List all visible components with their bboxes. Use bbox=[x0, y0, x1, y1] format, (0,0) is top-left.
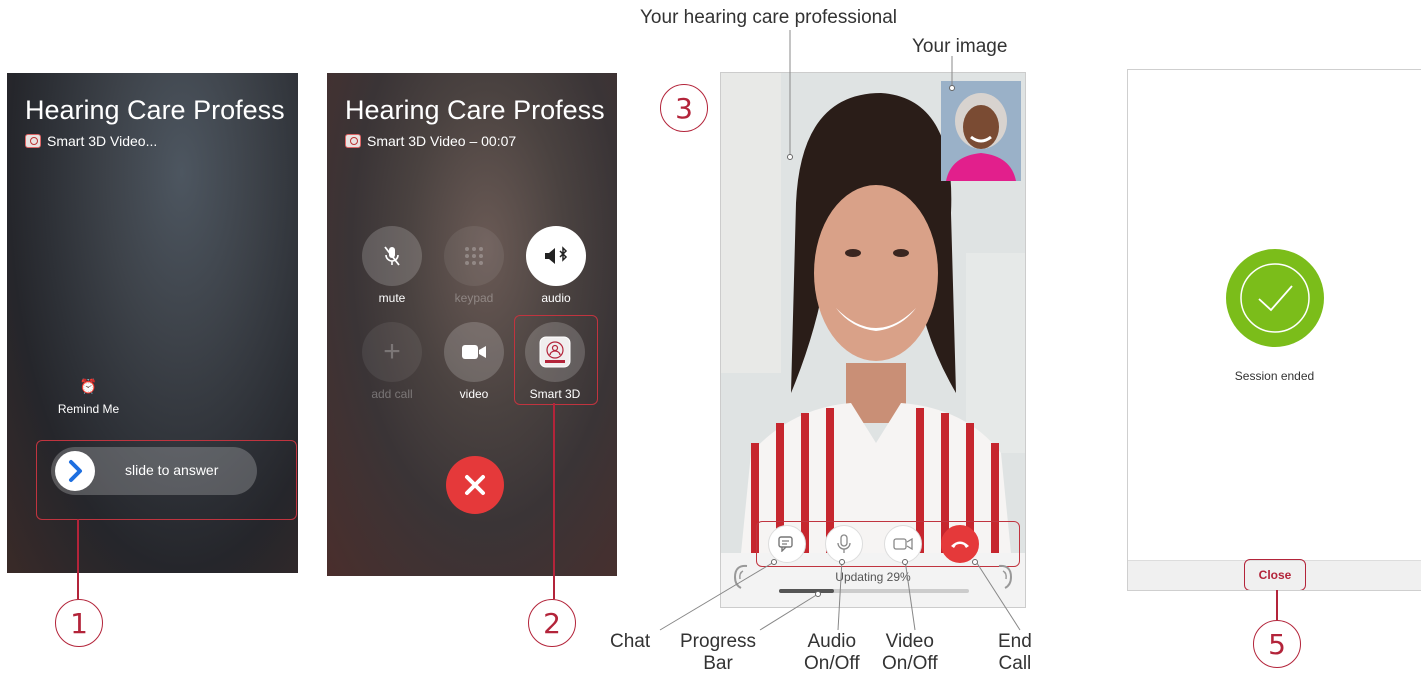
audio-button[interactable] bbox=[526, 226, 586, 286]
legend-end-call: End Call bbox=[998, 631, 1032, 674]
progress-bar-fill bbox=[779, 589, 835, 593]
session-ended-screen: Session ended Close bbox=[1127, 69, 1421, 591]
active-call-screen: Hearing Care Profess Smart 3D Video – 00… bbox=[327, 73, 617, 576]
mic-off-icon bbox=[384, 246, 400, 266]
incoming-call-screen: Hearing Care Profess Smart 3D Video... ⏰… bbox=[7, 73, 298, 573]
remind-me-label: Remind Me bbox=[57, 402, 120, 416]
audio-label: audio bbox=[541, 291, 571, 305]
video-camera-icon bbox=[462, 345, 486, 359]
video-button[interactable] bbox=[444, 322, 504, 382]
checkmark-icon bbox=[1226, 249, 1324, 347]
right-ear-icon bbox=[998, 564, 1013, 589]
smart3d-app-icon bbox=[539, 336, 571, 368]
smart3d-button[interactable] bbox=[525, 322, 585, 382]
callout-line-1 bbox=[77, 519, 79, 599]
progress-text: Updating 29% bbox=[835, 570, 911, 584]
callout-line-2 bbox=[553, 403, 555, 599]
label-your-image: Your image bbox=[912, 36, 1008, 57]
legend-video: Video On/Off bbox=[882, 631, 938, 674]
keypad-label: keypad bbox=[454, 291, 494, 305]
call-subtitle-text: Smart 3D Video – 00:07 bbox=[367, 133, 517, 149]
callout-2: 2 bbox=[528, 599, 576, 647]
caller-name: Hearing Care Profess bbox=[25, 95, 285, 125]
legend-chat: Chat bbox=[610, 631, 651, 652]
keypad-icon bbox=[465, 247, 483, 265]
close-button[interactable]: Close bbox=[1244, 559, 1306, 590]
slider-text: slide to answer bbox=[125, 462, 219, 478]
legend-audio: Audio On/Off bbox=[804, 631, 860, 674]
callout-1: 1 bbox=[55, 599, 103, 647]
legend-progress-bar: Progress Bar bbox=[680, 631, 757, 674]
progress-bar bbox=[779, 589, 969, 593]
slide-to-answer-slider[interactable]: slide to answer bbox=[51, 447, 257, 495]
end-call-button[interactable] bbox=[941, 525, 979, 563]
remind-me-button[interactable]: ⏰ Remind Me bbox=[51, 378, 126, 416]
session-ended-text: Session ended bbox=[1234, 369, 1315, 383]
chevron-right-icon bbox=[69, 460, 82, 482]
callout-line-5 bbox=[1276, 590, 1278, 620]
audio-toggle-button[interactable] bbox=[825, 525, 863, 563]
mute-button[interactable] bbox=[362, 226, 422, 286]
callout-5: 5 bbox=[1253, 620, 1301, 668]
label-hearing-professional: Your hearing care professional bbox=[640, 7, 898, 28]
add-call-label: add call bbox=[371, 387, 413, 401]
smart3d-app-icon bbox=[345, 134, 361, 148]
smart3d-app-icon bbox=[25, 134, 41, 148]
video-label: video bbox=[459, 387, 489, 401]
call-subtitle: Smart 3D Video – 00:07 bbox=[345, 133, 516, 149]
video-toggle-button[interactable] bbox=[884, 525, 922, 563]
add-call-button[interactable]: + bbox=[362, 322, 422, 382]
phone-hangup-icon bbox=[951, 541, 969, 548]
mute-label: mute bbox=[378, 291, 406, 305]
smart3d-label: Smart 3D bbox=[529, 387, 581, 401]
end-call-button[interactable] bbox=[446, 456, 504, 514]
slider-knob[interactable] bbox=[55, 451, 95, 491]
speaker-bluetooth-icon bbox=[545, 246, 568, 264]
chat-button[interactable] bbox=[768, 525, 806, 563]
callout-3: 3 bbox=[660, 84, 708, 132]
keypad-button[interactable] bbox=[444, 226, 504, 286]
video-camera-icon bbox=[893, 537, 913, 551]
caller-name: Hearing Care Profess bbox=[345, 95, 605, 125]
professional-video-feed bbox=[721, 73, 1025, 553]
microphone-icon bbox=[837, 534, 851, 553]
call-subtitle: Smart 3D Video... bbox=[25, 133, 157, 149]
video-call-screen: Updating 29% bbox=[720, 72, 1026, 608]
close-icon bbox=[465, 475, 485, 495]
self-view-image bbox=[941, 81, 1021, 181]
chat-icon bbox=[778, 536, 793, 552]
call-subtitle-text: Smart 3D Video... bbox=[47, 133, 158, 149]
plus-icon: + bbox=[383, 335, 401, 368]
alarm-clock-icon: ⏰ bbox=[79, 378, 98, 394]
